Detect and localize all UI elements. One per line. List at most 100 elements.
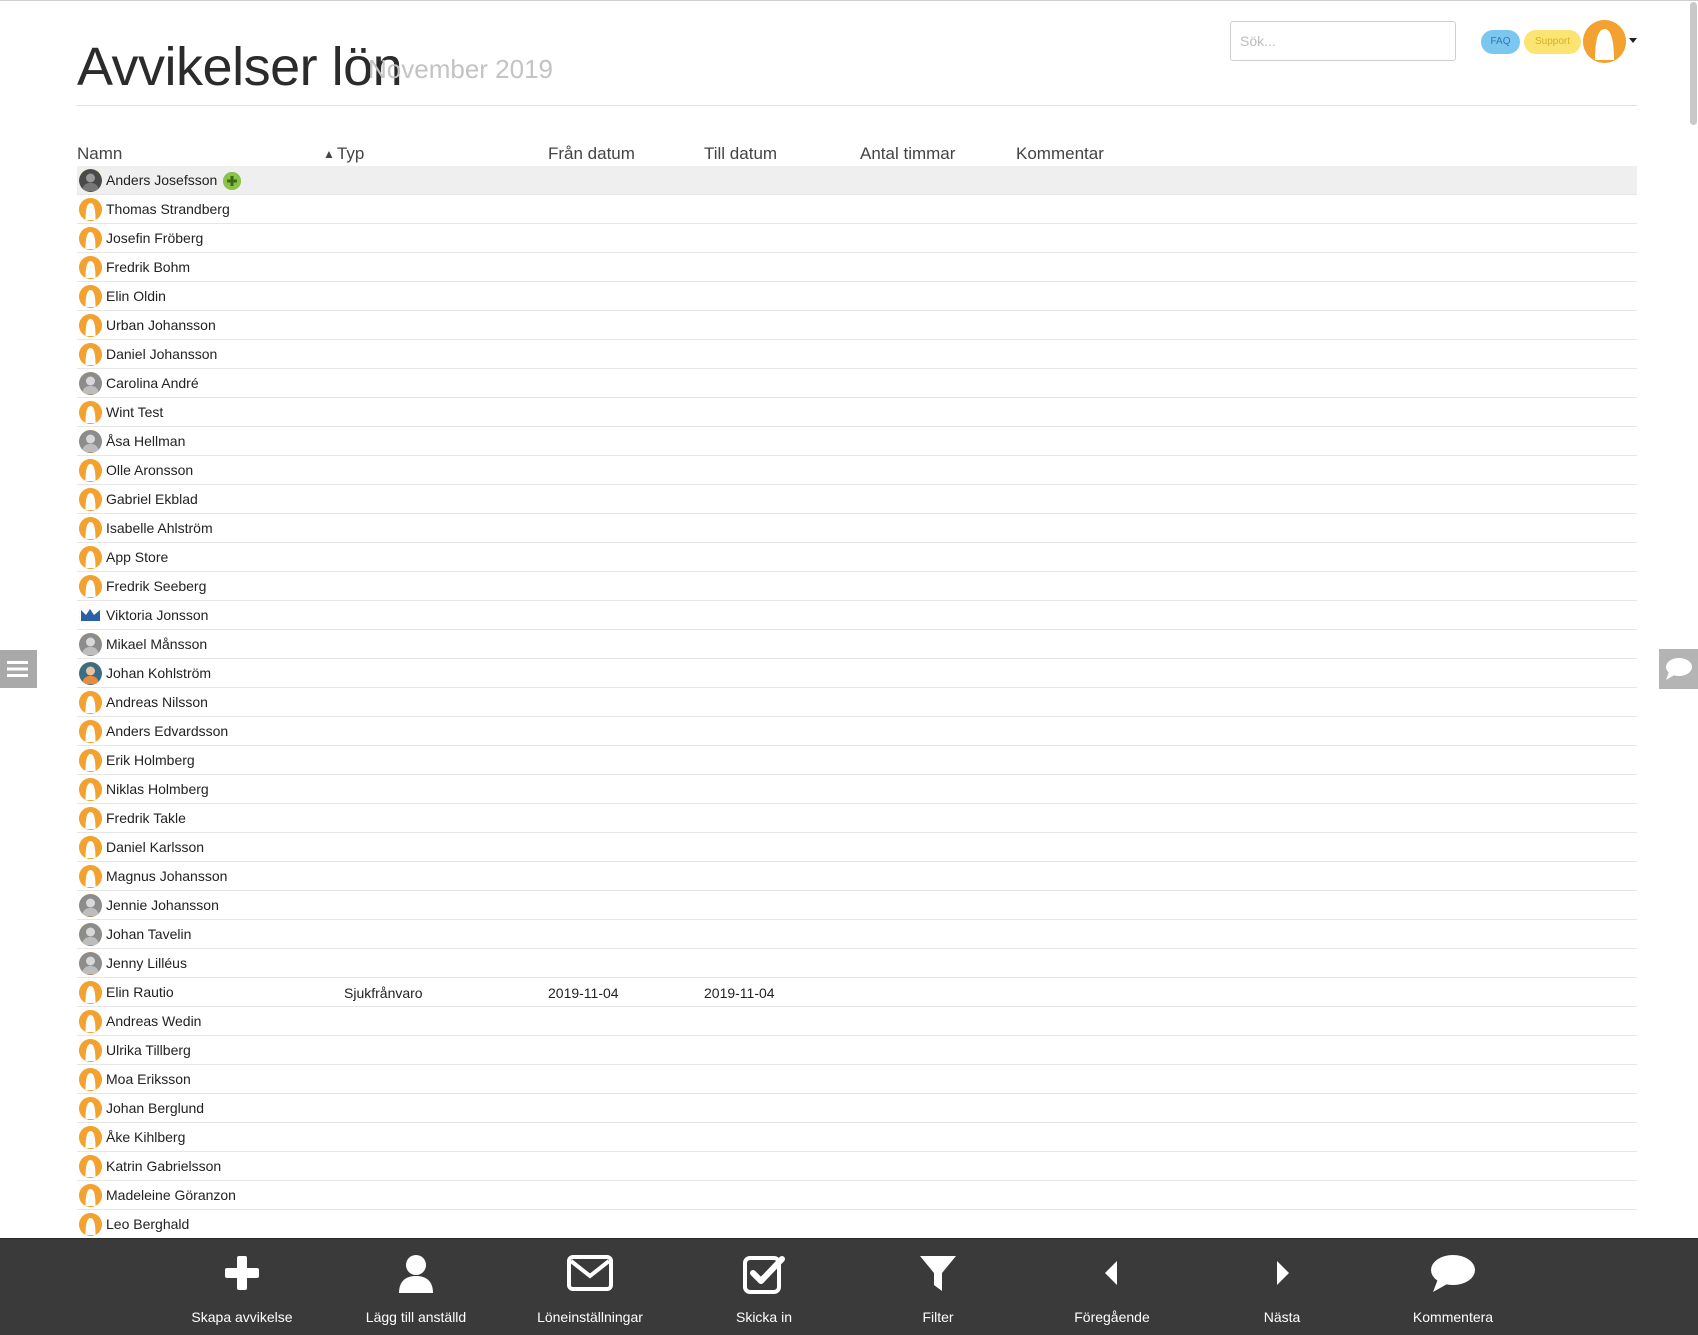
employee-name[interactable]: Jenny Lilléus [106, 955, 187, 971]
search-input[interactable] [1230, 21, 1456, 61]
employee-name[interactable]: Madeleine Göranzon [106, 1187, 236, 1203]
table-row[interactable]: Mikael Månsson [77, 630, 1637, 659]
employee-name[interactable]: Wint Test [106, 404, 163, 420]
comment-button[interactable]: Kommentera [1393, 1239, 1513, 1335]
table-row[interactable]: Niklas Holmberg [77, 775, 1637, 804]
employee-name[interactable]: Johan Tavelin [106, 926, 191, 942]
table-row[interactable]: Thomas Strandberg [77, 195, 1637, 224]
support-button[interactable]: Support [1524, 30, 1581, 54]
employee-name[interactable]: Thomas Strandberg [106, 201, 230, 217]
employee-name[interactable]: Åke Kihlberg [106, 1129, 185, 1145]
side-menu-button[interactable] [0, 650, 37, 688]
employee-name[interactable]: Åsa Hellman [106, 433, 185, 449]
table-row[interactable]: Andreas Wedin [77, 1007, 1637, 1036]
employee-name[interactable]: Anders Edvardsson [106, 723, 228, 739]
employee-name[interactable]: Daniel Karlsson [106, 839, 204, 855]
table-row[interactable]: Elin Oldin [77, 282, 1637, 311]
table-row[interactable]: Anders Edvardsson [77, 717, 1637, 746]
employee-name[interactable]: Katrin Gabrielsson [106, 1158, 221, 1174]
employee-name[interactable]: Fredrik Takle [106, 810, 186, 826]
table-row[interactable]: Ulrika Tillberg [77, 1036, 1637, 1065]
employee-name[interactable]: App Store [106, 549, 168, 565]
table-row[interactable]: App Store [77, 543, 1637, 572]
table-row[interactable]: Carolina André [77, 369, 1637, 398]
column-header-comment[interactable]: Kommentar [1016, 144, 1104, 164]
table-row[interactable]: Urban Johansson [77, 311, 1637, 340]
table-row[interactable]: Gabriel Ekblad [77, 485, 1637, 514]
table-row[interactable]: Fredrik Takle [77, 804, 1637, 833]
employee-name[interactable]: Andreas Nilsson [106, 694, 208, 710]
table-row[interactable]: Åsa Hellman [77, 427, 1637, 456]
employee-name[interactable]: Gabriel Ekblad [106, 491, 198, 507]
employee-name[interactable]: Johan Berglund [106, 1100, 204, 1116]
table-row[interactable]: Elin Rautio Sjukfrånvaro 2019-11-04 2019-11… [77, 978, 1637, 1007]
employee-name[interactable]: Erik Holmberg [106, 752, 195, 768]
user-menu-caret-icon[interactable] [1629, 38, 1637, 43]
employee-name[interactable]: Viktoria Jonsson [106, 607, 208, 623]
table-row[interactable]: Magnus Johansson [77, 862, 1637, 891]
filter-button[interactable]: Filter [878, 1239, 998, 1335]
employee-name[interactable]: Fredrik Seeberg [106, 578, 206, 594]
employee-name[interactable]: Magnus Johansson [106, 868, 227, 884]
employee-name[interactable]: Carolina André [106, 375, 199, 391]
table-row[interactable]: Olle Aronsson [77, 456, 1637, 485]
table-row[interactable]: Johan Berglund [77, 1094, 1637, 1123]
side-chat-button[interactable] [1659, 649, 1698, 689]
next-button[interactable]: Nästa [1222, 1239, 1342, 1335]
vertical-scrollbar[interactable] [1690, 2, 1697, 125]
table-row[interactable]: Fredrik Bohm [77, 253, 1637, 282]
column-header-type[interactable]: ▲ Typ [323, 144, 364, 164]
table-row[interactable]: Daniel Johansson [77, 340, 1637, 369]
employee-name[interactable]: Isabelle Ahlström [106, 520, 213, 536]
table-row[interactable]: Jenny Lilléus [77, 949, 1637, 978]
employee-name[interactable]: Jennie Johansson [106, 897, 219, 913]
table-row[interactable]: Isabelle Ahlström [77, 514, 1637, 543]
create-deviation-button[interactable]: Skapa avvikelse [182, 1239, 302, 1335]
table-row[interactable]: Leo Berghald [77, 1210, 1637, 1239]
table-row[interactable]: Anders Josefsson [77, 166, 1637, 195]
table-row[interactable]: Andreas Nilsson [77, 688, 1637, 717]
employee-name[interactable]: Daniel Johansson [106, 346, 217, 362]
previous-button[interactable]: Föregående [1052, 1239, 1172, 1335]
employee-name[interactable]: Mikael Månsson [106, 636, 207, 652]
faq-button[interactable]: FAQ [1481, 30, 1520, 54]
salary-settings-button[interactable]: Löneinställningar [530, 1239, 650, 1335]
employee-name[interactable]: Andreas Wedin [106, 1013, 201, 1029]
table-row[interactable]: Josefin Fröberg [77, 224, 1637, 253]
employee-name[interactable]: Urban Johansson [106, 317, 216, 333]
add-deviation-icon[interactable] [223, 172, 241, 190]
table-row[interactable]: Åke Kihlberg [77, 1123, 1637, 1152]
filter-label: Filter [922, 1309, 954, 1325]
table-row[interactable]: Jennie Johansson [77, 891, 1637, 920]
table-row[interactable]: Viktoria Jonsson [77, 601, 1637, 630]
employee-name[interactable]: Ulrika Tillberg [106, 1042, 191, 1058]
column-header-to[interactable]: Till datum [704, 144, 777, 164]
column-header-hours[interactable]: Antal timmar [860, 144, 955, 164]
add-employee-button[interactable]: Lägg till anställd [356, 1239, 476, 1335]
employee-name[interactable]: Niklas Holmberg [106, 781, 209, 797]
table-row[interactable]: Madeleine Göranzon [77, 1181, 1637, 1210]
default-avatar-icon [79, 1068, 102, 1091]
employee-name[interactable]: Moa Eriksson [106, 1071, 191, 1087]
employee-name[interactable]: Elin Rautio [106, 984, 174, 1000]
menu-icon [7, 661, 28, 677]
user-avatar[interactable] [1583, 20, 1626, 63]
table-row[interactable]: Fredrik Seeberg [77, 572, 1637, 601]
table-row[interactable]: Erik Holmberg [77, 746, 1637, 775]
table-row[interactable]: Katrin Gabrielsson [77, 1152, 1637, 1181]
employee-name[interactable]: Johan Kohlström [106, 665, 211, 681]
employee-name[interactable]: Olle Aronsson [106, 462, 193, 478]
table-row[interactable]: Moa Eriksson [77, 1065, 1637, 1094]
table-row[interactable]: Johan Tavelin [77, 920, 1637, 949]
employee-name[interactable]: Anders Josefsson [106, 172, 217, 188]
column-header-from[interactable]: Från datum [548, 144, 635, 164]
column-header-name[interactable]: Namn [77, 144, 122, 164]
employee-name[interactable]: Elin Oldin [106, 288, 166, 304]
table-row[interactable]: Daniel Karlsson [77, 833, 1637, 862]
employee-name[interactable]: Leo Berghald [106, 1216, 189, 1232]
employee-name[interactable]: Fredrik Bohm [106, 259, 190, 275]
submit-button[interactable]: Skicka in [704, 1239, 824, 1335]
table-row[interactable]: Johan Kohlström [77, 659, 1637, 688]
table-row[interactable]: Wint Test [77, 398, 1637, 427]
employee-name[interactable]: Josefin Fröberg [106, 230, 203, 246]
